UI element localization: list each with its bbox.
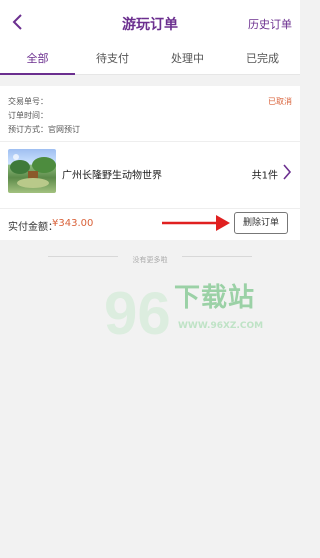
product-thumbnail (8, 149, 56, 193)
order-number-label: 交易单号： (8, 97, 48, 106)
history-orders-link[interactable]: 历史订单 (248, 16, 292, 32)
order-footer-row: 实付金额： ¥343.00 删除订单 (0, 208, 300, 240)
divider (182, 256, 252, 257)
tab-completed[interactable]: 已完成 (225, 44, 300, 74)
watermark-text: 下载站 (174, 283, 256, 313)
order-tabs: 全部 待支付 处理中 已完成 (0, 44, 300, 75)
divider (48, 256, 118, 257)
watermark-url: WWW.96XZ.COM (178, 321, 264, 331)
svg-text:96: 96 (104, 280, 171, 347)
item-quantity: 共1件 (251, 170, 278, 182)
delete-order-button[interactable]: 删除订单 (234, 212, 288, 234)
top-bar: 游玩订单 历史订单 (0, 0, 300, 44)
tab-all[interactable]: 全部 (0, 44, 75, 75)
product-name: 广州长隆野生动物世界 (62, 170, 162, 182)
chevron-right-icon[interactable] (282, 163, 292, 181)
tab-pending-payment[interactable]: 待支付 (75, 44, 150, 74)
booking-method: 预订方式：官网预订 (8, 125, 80, 134)
tab-processing[interactable]: 处理中 (150, 44, 225, 74)
product-row[interactable]: 广州长隆野生动物世界 共1件 (0, 141, 300, 193)
no-more-text: 没有更多啦 (132, 256, 168, 264)
order-status-badge: 已取消 (268, 97, 292, 106)
no-more-indicator: 没有更多啦 (0, 247, 300, 267)
red-arrow-icon (162, 215, 230, 231)
order-time-label: 订单时间： (8, 111, 48, 120)
paid-amount-value: ¥343.00 (52, 218, 94, 229)
paid-amount-label: 实付金额： (8, 222, 58, 233)
order-card: 交易单号： 已取消 订单时间： 预订方式：官网预订 广州长隆野生动物世界 共1件… (0, 86, 300, 240)
